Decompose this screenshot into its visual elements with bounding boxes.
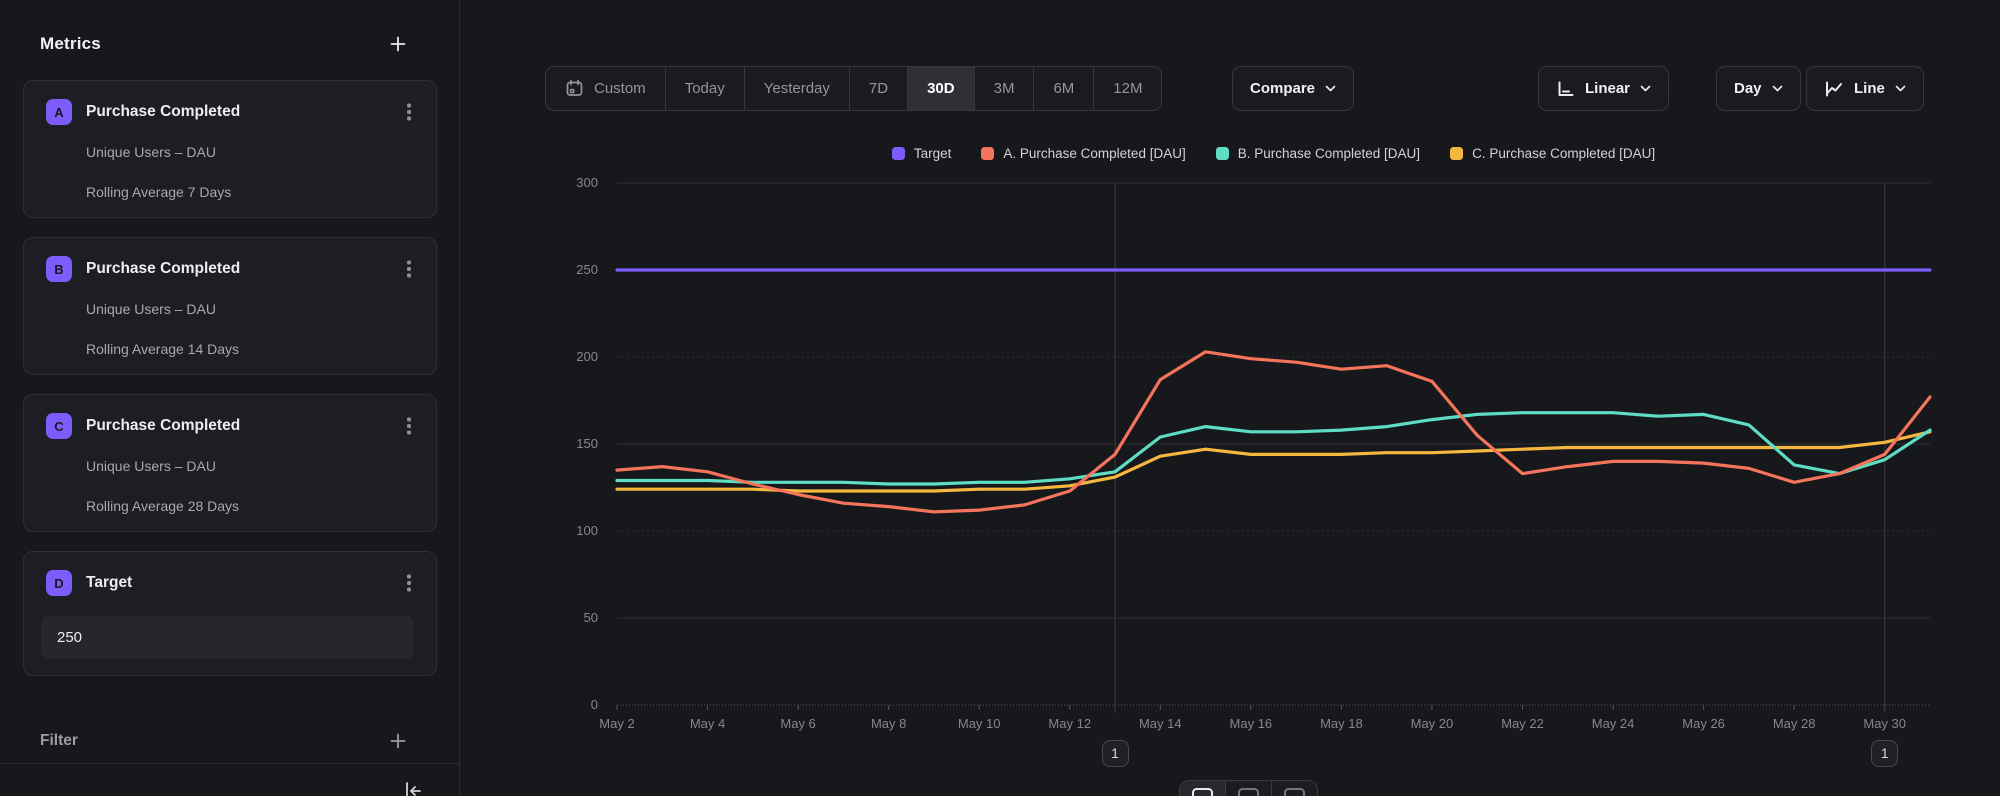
plus-icon <box>389 35 407 53</box>
target-card: D Target <box>23 551 437 676</box>
metric-measure[interactable]: Unique Users – DAU <box>86 301 216 317</box>
sidebar-divider <box>0 763 459 764</box>
metric-badge: D <box>46 570 72 596</box>
x-axis-label: May 4 <box>668 716 748 731</box>
y-axis-label: 150 <box>538 436 598 451</box>
y-axis-label: 50 <box>538 610 598 625</box>
x-axis-label: May 26 <box>1664 716 1744 731</box>
x-axis-label: May 12 <box>1030 716 1110 731</box>
kebab-menu-icon <box>407 267 410 270</box>
annotation-badge[interactable]: 1 <box>1871 740 1898 767</box>
metric-transform[interactable]: Rolling Average 28 Days <box>86 498 239 514</box>
metric-measure[interactable]: Unique Users – DAU <box>86 458 216 474</box>
metric-menu-button[interactable] <box>396 413 422 439</box>
x-axis-label: May 8 <box>849 716 929 731</box>
y-axis-label: 250 <box>538 262 598 277</box>
x-axis-label: May 10 <box>939 716 1019 731</box>
sidebar-header: Metrics <box>40 28 407 60</box>
metric-badge: A <box>46 99 72 125</box>
x-axis-label: May 22 <box>1483 716 1563 731</box>
collapse-left-icon <box>402 780 424 796</box>
metrics-section-title: Metrics <box>40 34 101 54</box>
x-axis-label: May 28 <box>1754 716 1834 731</box>
metric-card: B Purchase Completed Unique Users – DAU Rol… <box>23 237 437 375</box>
add-filter-button[interactable] <box>389 732 407 750</box>
add-metric-button[interactable] <box>389 35 407 53</box>
metric-measure[interactable]: Unique Users – DAU <box>86 144 216 160</box>
filter-section: Filter <box>40 727 407 755</box>
x-axis-label: May 16 <box>1211 716 1291 731</box>
panel-icon <box>1192 788 1213 796</box>
metric-card: C Purchase Completed Unique Users – DAU Rol… <box>23 394 437 532</box>
x-axis-label: May 14 <box>1120 716 1200 731</box>
chart-panel: CustomTodayYesterday7D30D3M6M12M Compare… <box>460 0 2000 796</box>
metric-menu-button[interactable] <box>396 570 422 596</box>
x-axis-label: May 20 <box>1392 716 1472 731</box>
kebab-menu-icon <box>407 581 410 584</box>
metric-card: A Purchase Completed Unique Users – DAU Rol… <box>23 80 437 218</box>
x-axis-label: May 24 <box>1573 716 1653 731</box>
metrics-line-chart <box>460 0 2000 796</box>
analytics-dashboard: Metrics A Purchase Completed Unique Users … <box>0 0 2000 796</box>
layout-option-3[interactable] <box>1272 781 1317 796</box>
x-axis-label: May 18 <box>1301 716 1381 731</box>
metric-title: Purchase Completed <box>86 260 396 278</box>
target-value-input[interactable] <box>41 616 414 659</box>
x-axis-label: May 2 <box>577 716 657 731</box>
layout-option-2[interactable] <box>1226 781 1272 796</box>
y-axis-label: 300 <box>538 175 598 190</box>
y-axis-label: 0 <box>538 697 598 712</box>
kebab-menu-icon <box>407 424 410 427</box>
panel-icon <box>1284 788 1305 796</box>
metrics-sidebar: Metrics A Purchase Completed Unique Users … <box>0 0 460 796</box>
metric-badge: C <box>46 413 72 439</box>
collapse-sidebar-button[interactable] <box>400 779 426 796</box>
filter-section-title: Filter <box>40 732 78 750</box>
plus-icon <box>389 732 407 750</box>
annotation-badge[interactable]: 1 <box>1102 740 1129 767</box>
metric-title: Purchase Completed <box>86 103 396 121</box>
metric-transform[interactable]: Rolling Average 7 Days <box>86 184 231 200</box>
y-axis-label: 100 <box>538 523 598 538</box>
metric-menu-button[interactable] <box>396 256 422 282</box>
x-axis-label: May 30 <box>1845 716 1925 731</box>
metric-title: Purchase Completed <box>86 417 396 435</box>
metric-menu-button[interactable] <box>396 99 422 125</box>
target-title: Target <box>86 574 396 592</box>
metric-badge: B <box>46 256 72 282</box>
chart-layout-toggle <box>1179 780 1318 796</box>
y-axis-label: 200 <box>538 349 598 364</box>
kebab-menu-icon <box>407 110 410 113</box>
metric-transform[interactable]: Rolling Average 14 Days <box>86 341 239 357</box>
x-axis-label: May 6 <box>758 716 838 731</box>
metric-card-list: A Purchase Completed Unique Users – DAU Rol… <box>23 80 437 676</box>
layout-option-1[interactable] <box>1180 781 1226 796</box>
panel-icon <box>1238 788 1259 796</box>
